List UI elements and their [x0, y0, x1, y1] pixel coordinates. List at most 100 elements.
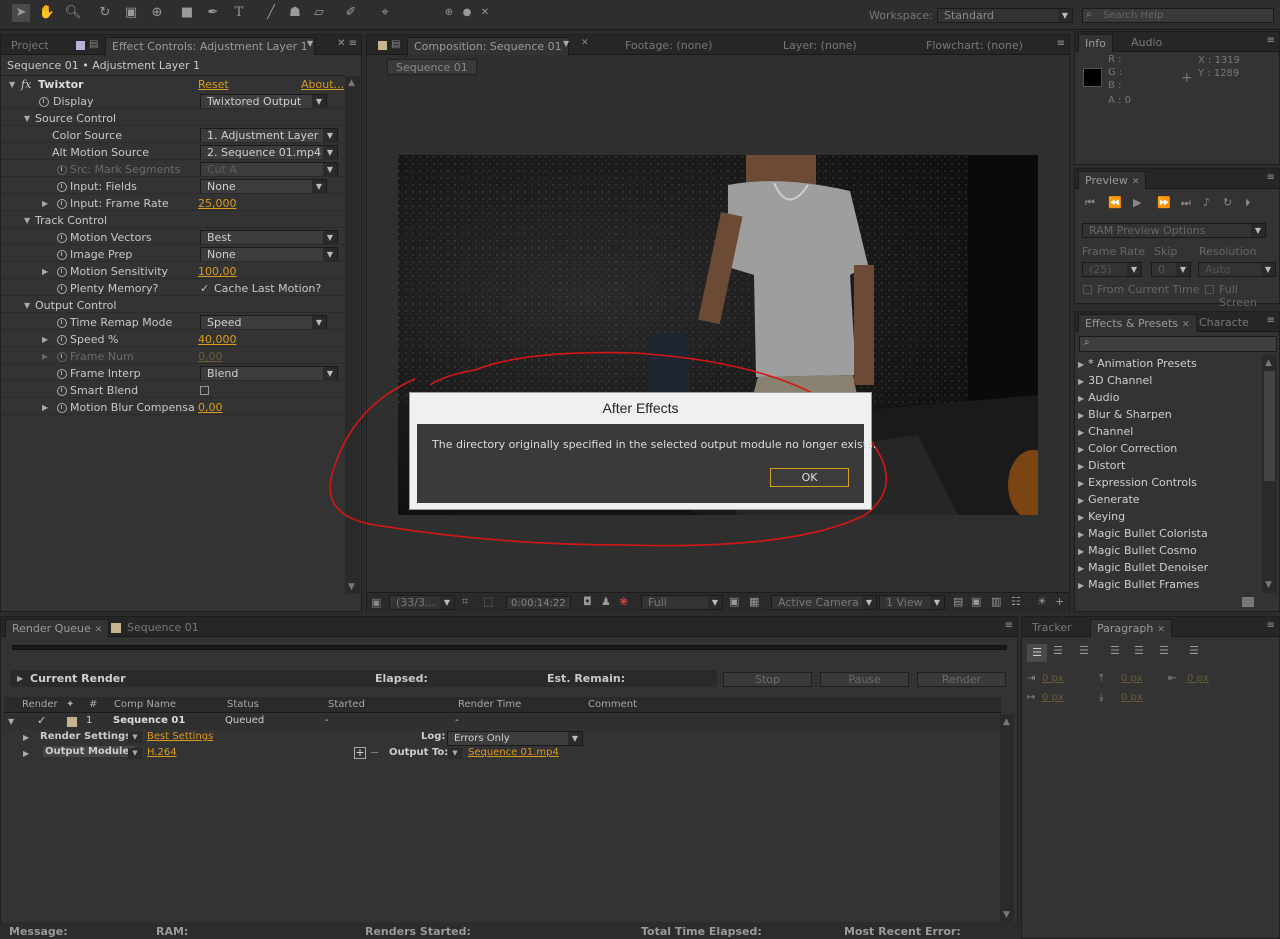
last-frame-icon[interactable]: ⏭ — [1181, 196, 1191, 210]
image-prep-select[interactable]: None — [200, 247, 338, 262]
tab-flowchart[interactable]: Flowchart: (none) — [920, 37, 1029, 55]
remove-output-module-icon[interactable]: − — [370, 746, 379, 759]
snapshot-icon[interactable]: ◘ — [583, 595, 592, 608]
list-item[interactable]: ▶ Generate — [1078, 491, 1140, 508]
timeline-icon[interactable]: ▥ — [991, 595, 1001, 608]
output-module-link[interactable]: H.264 — [147, 747, 177, 758]
hand-tool-icon[interactable]: ✋ — [38, 4, 56, 22]
axis-mode-icon[interactable]: ⊕ — [440, 4, 458, 22]
clone-stamp-tool-icon[interactable]: ☗ — [286, 4, 304, 22]
output-to-link[interactable]: Sequence 01.mp4 — [468, 747, 559, 758]
tab-effect-controls[interactable]: Effect Controls: Adjustment Layer 1 — [105, 37, 315, 55]
col-started[interactable]: Started — [328, 697, 365, 712]
justify-last-right-icon[interactable]: ☰ — [1159, 644, 1169, 657]
ram-preview-options-select[interactable]: RAM Preview Options — [1082, 223, 1266, 238]
close-icon[interactable]: ✕ — [95, 625, 103, 635]
world-axis-icon[interactable]: ● — [458, 4, 476, 22]
expand-icon[interactable]: ▶ — [1078, 411, 1084, 420]
align-left-icon[interactable]: ☰ — [1027, 644, 1047, 662]
tab-footage[interactable]: Footage: (none) — [619, 37, 718, 55]
tab-audio[interactable]: Audio — [1125, 34, 1168, 52]
panel-menu-icon[interactable]: ≡ — [1057, 38, 1065, 49]
next-frame-icon[interactable]: ⏩ — [1157, 196, 1171, 209]
expand-icon[interactable]: ▶ — [1078, 428, 1084, 437]
col-comp-name[interactable]: Comp Name — [114, 697, 176, 712]
col-render-time[interactable]: Render Time — [458, 697, 521, 712]
full-screen-checkbox[interactable] — [1205, 285, 1214, 294]
expand-twixtor-icon[interactable]: ▼ — [9, 76, 15, 93]
ec-group-source-control[interactable]: ▼ Source Control — [1, 110, 345, 127]
stopwatch-icon[interactable] — [57, 369, 67, 379]
list-item[interactable]: ▶ Magic Bullet Cosmo — [1078, 542, 1197, 559]
brush-tool-icon[interactable]: ╱ — [262, 4, 280, 22]
stopwatch-icon[interactable] — [57, 335, 67, 345]
reset-exposure-icon[interactable]: + — [1055, 595, 1064, 608]
tab-tracker[interactable]: Tracker — [1026, 619, 1078, 637]
cache-last-motion-checkbox[interactable]: ✓ — [200, 280, 209, 297]
close-icon[interactable]: ✕ — [581, 38, 589, 48]
justify-all-icon[interactable]: ☰ — [1189, 644, 1199, 657]
panel-menu-icon[interactable]: ≡ — [1267, 315, 1275, 326]
expand-icon[interactable]: ▶ — [1078, 377, 1084, 386]
expand-icon[interactable]: ▶ — [1078, 479, 1084, 488]
rq-scrollbar[interactable]: ▲ ▼ — [1000, 714, 1014, 923]
output-module-dropdown-icon[interactable]: ▼ — [128, 748, 142, 759]
pause-button[interactable]: Pause — [820, 672, 909, 687]
eraser-tool-icon[interactable]: ▱ — [310, 4, 328, 22]
add-output-module-icon[interactable]: + — [354, 747, 366, 759]
space-after-value[interactable]: 0 px — [1121, 692, 1143, 703]
text-tool-icon[interactable]: T — [230, 4, 248, 22]
tab-info[interactable]: Info — [1078, 34, 1113, 52]
transparency-grid-icon[interactable]: ▦ — [749, 595, 759, 608]
stop-button[interactable]: Stop — [723, 672, 812, 687]
render-settings-link[interactable]: Best Settings — [147, 731, 213, 742]
timecode-display[interactable]: 0:00:14:22 — [506, 596, 571, 610]
pan-behind-tool-icon[interactable]: ⊕ — [148, 4, 166, 22]
comp-dropdown-icon[interactable]: ▼ — [563, 39, 569, 48]
magnification-select[interactable]: (33/3... — [389, 595, 455, 610]
play-icon[interactable]: ▶ — [1133, 196, 1141, 209]
col-comment[interactable]: Comment — [588, 697, 637, 712]
color-source-select[interactable]: 1. Adjustment Layer 1 — [200, 128, 338, 143]
first-frame-icon[interactable]: ⏮ — [1085, 196, 1095, 210]
lock-icon[interactable]: ▤ — [89, 39, 98, 50]
tab-paragraph[interactable]: Paragraph ✕ — [1090, 619, 1172, 637]
puppet-pin-tool-icon[interactable]: ⌖ — [376, 4, 394, 22]
scroll-thumb[interactable] — [1264, 371, 1275, 481]
output-to-dropdown-icon[interactable]: ▼ — [448, 748, 462, 759]
indent-right-value[interactable]: 0 px — [1187, 673, 1209, 684]
collapse-icon[interactable]: ▼ — [24, 297, 30, 314]
scroll-down-icon[interactable]: ▼ — [1265, 580, 1272, 590]
align-center-icon[interactable]: ☰ — [1053, 644, 1063, 657]
stopwatch-icon[interactable] — [57, 267, 67, 277]
close-icon[interactable]: ✕ — [1132, 177, 1140, 187]
selection-tool-icon[interactable]: ➤ — [12, 4, 30, 22]
zoom-tool-icon[interactable]: 🔍︎ — [64, 4, 82, 22]
tab-sequence-01[interactable]: Sequence 01 — [121, 619, 205, 637]
flowchart-icon[interactable]: ☷ — [1011, 595, 1021, 608]
skip-select[interactable]: 0 — [1151, 262, 1191, 277]
rq-item-row[interactable]: ▼ ✓ 1 Sequence 01 Queued - - — [3, 714, 1000, 730]
resolution-select[interactable]: Full — [641, 595, 723, 610]
expand-icon[interactable]: ▶ — [23, 733, 29, 742]
ec-group-track-control[interactable]: ▼ Track Control — [1, 212, 345, 229]
list-item[interactable]: ▶ Blur & Sharpen — [1078, 406, 1172, 423]
list-item[interactable]: ▶ Keying — [1078, 508, 1125, 525]
log-select[interactable]: Errors Only — [447, 731, 583, 746]
comp-subtab[interactable]: Sequence 01 — [387, 59, 477, 75]
tab-preview[interactable]: Preview ✕ — [1078, 171, 1147, 189]
workspace-select[interactable]: Standard — [937, 8, 1073, 23]
align-right-icon[interactable]: ☰ — [1079, 644, 1089, 657]
speed-value[interactable]: 40,000 — [198, 331, 237, 348]
fast-previews-icon[interactable]: ▣ — [971, 595, 981, 608]
tab-composition[interactable]: Composition: Sequence 01 — [407, 37, 569, 55]
expand-icon[interactable]: ▶ — [42, 399, 48, 416]
list-item[interactable]: ▶ Magic Bullet Colorista — [1078, 525, 1208, 542]
loop-icon[interactable]: ↻ — [1223, 196, 1232, 209]
col-render[interactable]: Render — [22, 697, 58, 712]
render-button[interactable]: Render — [917, 672, 1006, 687]
pen-tool-icon[interactable]: ✒ — [204, 4, 222, 22]
time-remap-mode-select[interactable]: Speed — [200, 315, 327, 330]
list-item[interactable]: ▶ Expression Controls — [1078, 474, 1197, 491]
render-settings-dropdown-icon[interactable]: ▼ — [128, 732, 142, 743]
